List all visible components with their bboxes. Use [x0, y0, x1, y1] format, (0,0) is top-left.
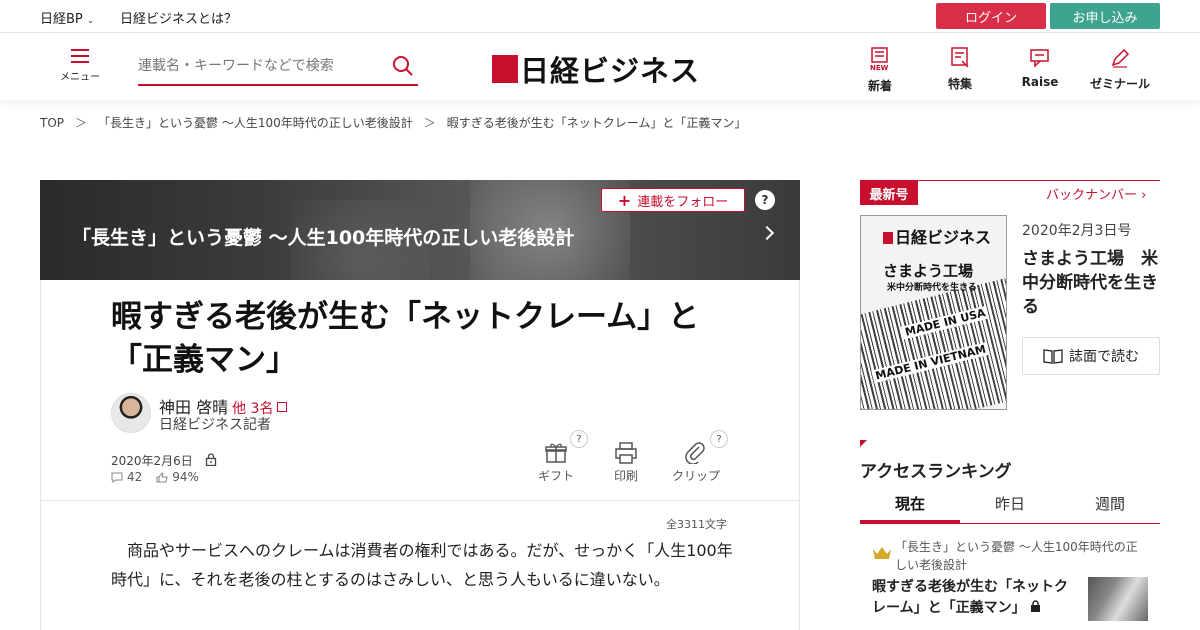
svg-text:NEW: NEW	[870, 64, 889, 71]
nav-raise-label: Raise	[1021, 75, 1059, 89]
thumbs-up-icon	[156, 471, 168, 482]
comment-icon	[111, 472, 123, 483]
search-bar	[138, 51, 418, 86]
latest-issue-label: 最新号	[860, 181, 918, 205]
book-icon	[1043, 349, 1063, 364]
gift-label: ギフト	[537, 469, 574, 483]
help-icon[interactable]: ?	[710, 430, 728, 448]
print-button[interactable]: 印刷	[596, 442, 656, 484]
breadcrumb-series[interactable]: 「長生き」という憂鬱 ～人生100年時代の正しい老後設計	[98, 116, 413, 130]
read-issue-label: 誌面で読む	[1069, 349, 1139, 365]
nav-seminar[interactable]: ゼミナール	[1085, 47, 1155, 92]
char-count: 全3311文字	[666, 518, 727, 531]
hamburger-icon	[71, 49, 89, 63]
nav-new-label: 新着	[867, 79, 892, 93]
chevron-right-icon	[759, 225, 775, 241]
print-label: 印刷	[613, 469, 638, 483]
cover-logo-text: 日経ビジネス	[895, 228, 992, 247]
ranking-title: アクセスランキング	[860, 462, 1012, 482]
login-button[interactable]: ログイン	[936, 3, 1046, 29]
series-title: 「長生き」という憂鬱 ～人生100年時代の正しい老後設計	[72, 227, 575, 249]
crown-icon	[872, 545, 892, 565]
nav-feature[interactable]: 特集	[925, 47, 995, 92]
follow-series-button[interactable]: + 連載をフォロー	[601, 188, 745, 212]
backnumber-link[interactable]: バックナンバー ›	[1046, 184, 1146, 203]
nav-seminar-label: ゼミナール	[1089, 77, 1150, 91]
gift-button[interactable]: ? ギフト	[526, 430, 588, 484]
search-input[interactable]	[138, 51, 378, 81]
logo-mark	[492, 55, 518, 83]
chevron-right-icon: ›	[1137, 188, 1147, 203]
ranking-item-thumbnail[interactable]	[1088, 577, 1148, 621]
breadcrumb-separator: ＞	[423, 116, 436, 130]
menu-label: メニュー	[60, 72, 100, 83]
publish-date: 2020年2月6日	[111, 454, 193, 468]
nikkeibp-menu[interactable]: 日経BP ⌄	[40, 8, 94, 27]
cover-logo: 日経ビジネス	[883, 224, 991, 248]
external-link-icon	[277, 402, 288, 412]
lock-icon	[1031, 600, 1041, 612]
backnumber-label: バックナンバー	[1046, 188, 1138, 203]
top-bar: 日経BP ⌄ 日経ビジネスとは？ ログイン お申し込み	[0, 0, 1200, 33]
ranking-tabs: 現在 昨日 週間	[860, 488, 1160, 524]
article-title: 暇すぎる老後が生む「ネットクレーム」と「正義マン」	[111, 299, 700, 378]
ranking-item-title[interactable]: 暇すぎる老後が生む「ネットクレーム」と「正義マン」	[872, 577, 1077, 619]
about-link[interactable]: 日経ビジネスとは？	[120, 8, 237, 27]
tab-yesterday[interactable]: 昨日	[960, 488, 1060, 523]
author-role: 日経ビジネス記者	[159, 417, 271, 433]
gift-icon	[545, 443, 567, 463]
nikkeibp-label: 日経BP	[40, 12, 83, 27]
cover-title: さまよう工場	[883, 262, 974, 280]
site-header: メニュー 日経ビジネス NEW 新着 特集 Raise ゼミナール	[0, 33, 1200, 100]
paperclip-icon	[685, 442, 705, 465]
search-icon[interactable]	[392, 55, 414, 81]
raise-icon	[1030, 49, 1049, 68]
breadcrumb-separator: ＞	[75, 116, 88, 130]
apply-button[interactable]: お申し込み	[1050, 3, 1160, 29]
magazine-cover[interactable]: 日経ビジネス さまよう工場 米中分断時代を生きる MADE IN USA MAD…	[860, 215, 1007, 410]
divider	[41, 500, 799, 501]
feature-icon	[951, 47, 969, 68]
logo-text: 日経ビジネス	[520, 54, 701, 88]
help-icon[interactable]: ?	[570, 430, 588, 448]
new-icon: NEW	[870, 47, 889, 72]
breadcrumb-current: 暇すぎる老後が生む「ネットクレーム」と「正義マン」	[446, 116, 747, 130]
article-body: 商品やサービスへのクレームは消費者の権利ではある。だが、せっかく「人生100年時…	[111, 541, 733, 589]
help-icon[interactable]: ?	[755, 190, 775, 210]
article-card: 暇すぎる老後が生む「ネットクレーム」と「正義マン」 神田 啓晴他 3名 日経ビジ…	[40, 280, 800, 630]
article-stats: 42 94%	[111, 470, 199, 484]
printer-icon	[615, 442, 637, 464]
plus-icon: +	[617, 190, 632, 210]
breadcrumb-top[interactable]: TOP	[40, 116, 64, 130]
nav-new[interactable]: NEW 新着	[845, 47, 915, 94]
breadcrumb: TOP ＞ 「長生き」という憂鬱 ～人生100年時代の正しい老後設計 ＞ 暇すぎる老後が…	[40, 114, 746, 131]
nav-raise[interactable]: Raise	[1005, 47, 1075, 89]
lock-icon	[205, 451, 217, 470]
issue-title[interactable]: さまよう工場 米中分断時代を生きる	[1022, 247, 1162, 319]
clip-label: クリップ	[671, 469, 720, 483]
site-logo[interactable]: 日経ビジネス	[492, 48, 700, 90]
like-ratio[interactable]: 94%	[172, 470, 199, 484]
menu-button[interactable]: メニュー	[60, 49, 100, 83]
issue-date: 2020年2月3日号	[1022, 223, 1132, 239]
ranking-mark	[860, 440, 867, 447]
nav-feature-label: 特集	[947, 77, 972, 91]
read-issue-button[interactable]: 誌面で読む	[1022, 337, 1160, 375]
avatar[interactable]	[111, 393, 151, 433]
tab-weekly[interactable]: 週間	[1060, 488, 1160, 523]
chevron-down-icon: ⌄	[86, 16, 95, 26]
pen-icon	[1111, 48, 1130, 68]
ranking-item-series[interactable]: 「長生き」という憂鬱 ～人生100年時代の正しい老後設計	[895, 538, 1145, 574]
tab-now[interactable]: 現在	[860, 488, 960, 523]
follow-label: 連載をフォロー	[637, 194, 729, 210]
clip-button[interactable]: ? クリップ	[666, 430, 728, 484]
comment-count[interactable]: 42	[127, 470, 142, 484]
cover-subtitle: 米中分断時代を生きる	[887, 283, 977, 293]
